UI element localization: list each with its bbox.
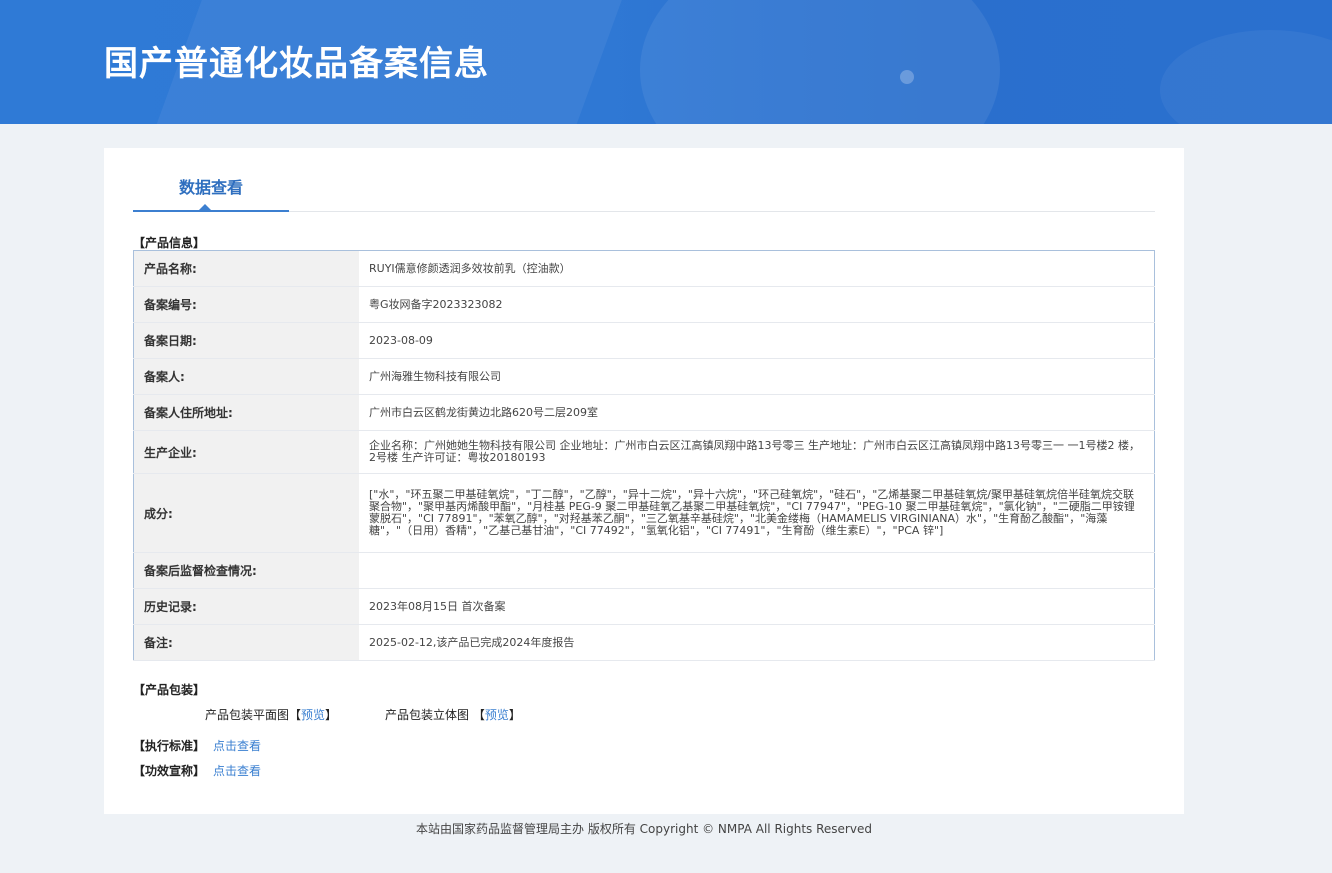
row-key: 备案后监督检查情况:	[133, 552, 359, 589]
packaging-label: 【产品包装】	[133, 683, 206, 697]
table-row: 备案人: 广州海雅生物科技有限公司	[133, 358, 1155, 395]
page-title: 国产普通化妆品备案信息	[104, 44, 489, 84]
row-value: 企业名称：广州她她生物科技有限公司 企业地址：广州市白云区江高镇凤翔中路13号零…	[359, 430, 1155, 474]
table-row: 历史记录: 2023年08月15日 首次备案	[133, 588, 1155, 625]
table-row: 生产企业: 企业名称：广州她她生物科技有限公司 企业地址：广州市白云区江高镇凤翔…	[133, 430, 1155, 474]
tab-data-view[interactable]: 数据查看	[133, 148, 289, 212]
table-row: 备案后监督检查情况:	[133, 552, 1155, 589]
packaging-flat-item: 产品包装平面图【预览】	[205, 706, 337, 723]
efficacy-view-link[interactable]: 点击查看	[213, 762, 261, 779]
table-row: 备案日期: 2023-08-09	[133, 322, 1155, 359]
row-value: 2023-08-09	[359, 322, 1155, 359]
tab-active-caret-icon	[199, 204, 211, 210]
packaging-solid-label: 产品包装立体图	[385, 708, 470, 722]
row-value: 粤G妆网备字2023323082	[359, 286, 1155, 323]
table-row: 备案编号: 粤G妆网备字2023323082	[133, 286, 1155, 323]
banner-decoration	[1160, 30, 1332, 124]
standard-label: 【执行标准】	[133, 739, 206, 753]
row-key: 备案人:	[133, 358, 359, 395]
row-value	[359, 552, 1155, 589]
row-value: 2025-02-12,该产品已完成2024年度报告	[359, 624, 1155, 661]
solid-preview-link[interactable]: 预览	[485, 708, 509, 722]
row-value: 2023年08月15日 首次备案	[359, 588, 1155, 625]
tab-bar: 数据查看	[133, 148, 1155, 212]
tab-label: 数据查看	[178, 178, 243, 197]
table-row: 成分: ["水"，"环五聚二甲基硅氧烷"，"丁二醇"，"乙醇"，"异十二烷"，"…	[133, 473, 1155, 553]
table-row: 备注: 2025-02-12,该产品已完成2024年度报告	[133, 624, 1155, 661]
banner-decoration	[640, 0, 1000, 124]
bracket: 【	[472, 708, 485, 722]
bracket: 】	[508, 708, 521, 722]
bracket: 【	[289, 708, 302, 722]
content-panel: 数据查看 【产品信息】 产品名称: RUYI儒意修颜透润多效妆前乳（控油款） 备…	[104, 148, 1184, 814]
table-row: 产品名称: RUYI儒意修颜透润多效妆前乳（控油款）	[133, 250, 1155, 287]
row-key: 备案人住所地址:	[133, 394, 359, 431]
standard-view-link[interactable]: 点击查看	[213, 737, 261, 754]
product-info-label: 【产品信息】	[133, 236, 206, 250]
row-value: RUYI儒意修颜透润多效妆前乳（控油款）	[359, 250, 1155, 287]
row-key: 备案日期:	[133, 322, 359, 359]
packaging-solid-item: 产品包装立体图 【预览】	[385, 706, 521, 723]
packaging-flat-label: 产品包装平面图	[205, 708, 290, 722]
efficacy-label: 【功效宣称】	[133, 764, 206, 778]
row-key: 生产企业:	[133, 430, 359, 474]
row-value: ["水"，"环五聚二甲基硅氧烷"，"丁二醇"，"乙醇"，"异十二烷"，"异十六烷…	[359, 473, 1155, 553]
row-key: 备注:	[133, 624, 359, 661]
row-key: 历史记录:	[133, 588, 359, 625]
bracket: 】	[325, 708, 338, 722]
row-key: 成分:	[133, 473, 359, 553]
banner-decoration	[900, 70, 914, 84]
product-info-table: 产品名称: RUYI儒意修颜透润多效妆前乳（控油款） 备案编号: 粤G妆网备字2…	[133, 250, 1155, 661]
footer-copyright: 本站由国家药品监督管理局主办 版权所有 Copyright © NMPA All…	[416, 822, 872, 836]
table-row: 备案人住所地址: 广州市白云区鹤龙街黄边北路620号二层209室	[133, 394, 1155, 431]
flat-preview-link[interactable]: 预览	[301, 708, 325, 722]
header-banner: 国产普通化妆品备案信息	[0, 0, 1332, 124]
row-value: 广州海雅生物科技有限公司	[359, 358, 1155, 395]
row-key: 产品名称:	[133, 250, 359, 287]
row-key: 备案编号:	[133, 286, 359, 323]
row-value: 广州市白云区鹤龙街黄边北路620号二层209室	[359, 394, 1155, 431]
